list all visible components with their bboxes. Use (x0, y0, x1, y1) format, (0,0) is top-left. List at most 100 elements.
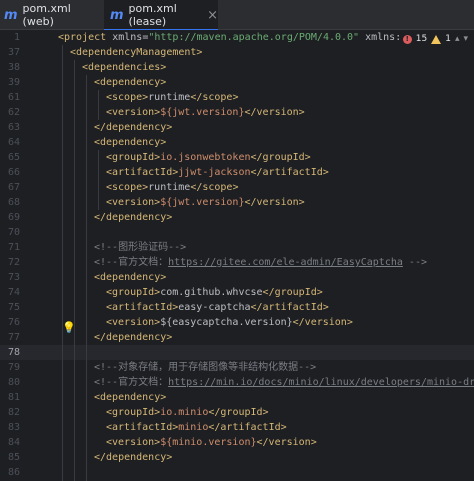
line-number: 75 (7, 302, 20, 313)
code-text: <!--图形验证码--> (94, 242, 187, 253)
code-line[interactable]: 75 <artifactId>easy-captcha</artifactId> (0, 300, 474, 315)
tab-pom-web[interactable]: m pom.xml (web) (4, 0, 102, 30)
code-text: <project xmlns="http://maven.apache.org/… (58, 32, 437, 43)
indent-guide (98, 150, 99, 210)
code-line[interactable]: 78 (0, 345, 474, 360)
line-number: 85 (7, 452, 20, 463)
code-line[interactable]: 61 <scope>runtime</scope> (0, 90, 474, 105)
code-line[interactable]: 66 <artifactId>jjwt-jackson</artifactId> (0, 165, 474, 180)
code-text: </dependency> (94, 452, 173, 463)
chevron-up-icon[interactable]: ▴ (455, 34, 460, 44)
tab-label: pom.xml (web) (22, 2, 71, 28)
line-number: 37 (7, 47, 20, 58)
code-text: <scope>runtime</scope> (106, 92, 239, 103)
code-line[interactable]: 86 (0, 465, 474, 480)
code-line[interactable]: 39 <dependency> (0, 75, 474, 90)
code-line[interactable]: 81 <dependency> (0, 390, 474, 405)
code-line[interactable]: 73 <dependency> (0, 270, 474, 285)
code-text: <dependencyManagement> (70, 47, 203, 58)
line-number: 78 (7, 347, 20, 358)
line-number: 39 (7, 77, 20, 88)
line-number: 83 (7, 422, 20, 433)
code-text: </dependency> (94, 212, 173, 223)
code-line[interactable]: 72 <!--官方文档：https://gitee.com/ele-admin/E… (0, 255, 474, 270)
code-text: <version>${jwt.version}</version> (106, 107, 305, 118)
indent-guide (62, 45, 63, 481)
code-line[interactable]: 38 <dependencies> (0, 60, 474, 75)
warning-icon (431, 34, 442, 44)
line-number: 69 (7, 212, 20, 223)
line-number: 38 (7, 62, 20, 73)
close-tab-icon[interactable]: × (207, 8, 218, 23)
line-number: 66 (7, 167, 20, 178)
code-editor[interactable]: 1 <project xmlns="http://maven.apache.org… (0, 30, 474, 481)
line-number: 68 (7, 197, 20, 208)
line-number: 64 (7, 137, 20, 148)
code-line[interactable]: 68 <version>${jwt.version}</version> (0, 195, 474, 210)
intention-bulb-icon[interactable]: 💡 (62, 321, 76, 334)
code-text: <dependency> (94, 392, 167, 403)
code-line[interactable]: 84 <version>${minio.version}</version> (0, 435, 474, 450)
code-line[interactable]: 80 <!--官方文档：https://min.io/docs/minio/lin… (0, 375, 474, 390)
code-text: <groupId>io.minio</groupId> (106, 407, 269, 418)
line-number: 63 (7, 122, 20, 133)
code-line[interactable]: 70 (0, 225, 474, 240)
indent-guide (98, 90, 99, 120)
code-line[interactable]: 74 <groupId>com.github.whvcse</groupId> (0, 285, 474, 300)
code-text: <dependencies> (82, 62, 167, 73)
line-number: 72 (7, 257, 20, 268)
line-number: 84 (7, 437, 20, 448)
line-number: 71 (7, 242, 20, 253)
line-number: 86 (7, 467, 20, 478)
code-text: </dependency> (94, 332, 173, 343)
code-text: <artifactId>minio</artifactId> (106, 422, 287, 433)
code-text: <version>${jwt.version}</version> (106, 197, 305, 208)
line-number: 62 (7, 107, 20, 118)
tab-label: pom.xml (lease) (128, 2, 177, 28)
line-number: 76 (7, 317, 20, 328)
indent-guide (86, 75, 87, 481)
maven-icon: m (4, 7, 18, 23)
code-text: <!--官方文档：https://min.io/docs/minio/linux… (94, 377, 474, 388)
code-line[interactable]: 67 <scope>runtime</scope> (0, 180, 474, 195)
maven-icon: m (110, 7, 124, 23)
code-text: <dependency> (94, 137, 167, 148)
code-text: <dependency> (94, 77, 167, 88)
line-number: 80 (7, 377, 20, 388)
line-number: 81 (7, 392, 20, 403)
code-line[interactable]: 69 </dependency> (0, 210, 474, 225)
code-text: <scope>runtime</scope> (106, 182, 239, 193)
code-text: <groupId>com.github.whvcse</groupId> (106, 287, 323, 298)
code-line[interactable]: 65 <groupId>io.jsonwebtoken</groupId> (0, 150, 474, 165)
code-text: <artifactId>easy-captcha</artifactId> (106, 302, 329, 313)
code-line[interactable]: 82 <groupId>io.minio</groupId> (0, 405, 474, 420)
line-number: 70 (7, 227, 20, 238)
code-line[interactable]: 63 </dependency> (0, 120, 474, 135)
code-line[interactable]: 37 <dependencyManagement> (0, 45, 474, 60)
line-number: 65 (7, 152, 20, 163)
line-number: 79 (7, 362, 20, 373)
code-text: <artifactId>jjwt-jackson</artifactId> (106, 167, 329, 178)
error-count: 15 (415, 34, 428, 44)
line-number: 67 (7, 182, 20, 193)
code-line[interactable]: 83 <artifactId>minio</artifactId> (0, 420, 474, 435)
code-text: <!--官方文档：https://gitee.com/ele-admin/Eas… (94, 257, 427, 268)
error-icon: ! (402, 34, 412, 44)
code-text: <version>${easycaptcha.version}</version… (106, 317, 353, 328)
code-text: <groupId>io.jsonwebtoken</groupId> (106, 152, 311, 163)
code-text: <dependency> (94, 272, 167, 283)
editor-tab-bar: m pom.xml (web) m pom.xml (lease) × (0, 0, 474, 31)
tab-pom-lease[interactable]: m pom.xml (lease) × (104, 0, 218, 31)
chevron-down-icon[interactable]: ▾ (463, 34, 468, 44)
line-number: 73 (7, 272, 20, 283)
code-line[interactable]: 62 <version>${jwt.version}</version> (0, 105, 474, 120)
code-line[interactable]: 85 </dependency> (0, 450, 474, 465)
inspection-widget[interactable]: ! 15 1 ▴ ▾ (398, 32, 468, 46)
warning-count: 1 (445, 34, 451, 44)
code-text: <!--对象存储，用于存储图像等非结构化数据--> (94, 362, 317, 373)
code-text: <version>${minio.version}</version> (106, 437, 317, 448)
code-line[interactable]: 71 <!--图形验证码--> (0, 240, 474, 255)
code-line[interactable]: 64 <dependency> (0, 135, 474, 150)
code-line[interactable]: 79 <!--对象存储，用于存储图像等非结构化数据--> (0, 360, 474, 375)
code-text: </dependency> (94, 122, 173, 133)
